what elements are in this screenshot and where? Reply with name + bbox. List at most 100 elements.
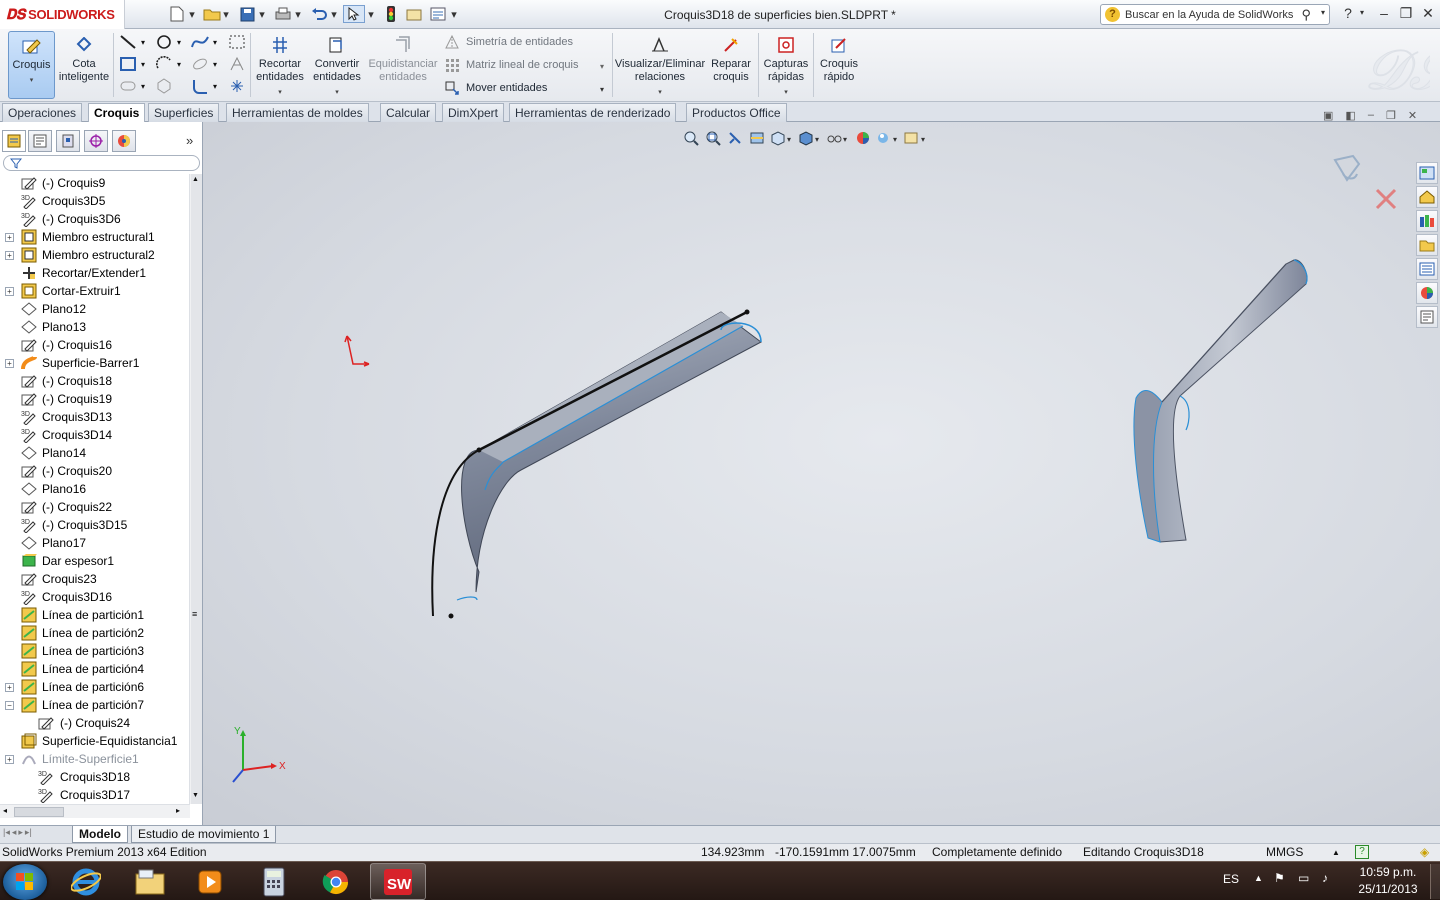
edit-appearance-icon[interactable] <box>852 128 874 148</box>
chrome-icon[interactable] <box>308 863 364 900</box>
solidworks-resources-icon[interactable] <box>1416 162 1438 184</box>
tree-item[interactable]: 3D Croquis3D16 <box>0 588 190 606</box>
expand-icon[interactable]: + <box>5 287 14 296</box>
calculator-icon[interactable] <box>246 863 302 900</box>
apply-scene-icon[interactable]: ▾ <box>874 128 902 148</box>
tree-item[interactable]: Plano17 <box>0 534 190 552</box>
home-icon[interactable] <box>1416 186 1438 208</box>
tree-item[interactable]: 3D Croquis3D13 <box>0 408 190 426</box>
units-selector[interactable]: MMGS <box>1266 844 1303 861</box>
chevron-down-icon[interactable]: ▾ <box>188 5 196 23</box>
media-player-icon[interactable] <box>182 863 238 900</box>
feature-manager-tab-icon[interactable] <box>2 130 26 152</box>
file-explorer-icon[interactable] <box>122 863 178 900</box>
chevron-up-icon[interactable]: ▲ <box>1332 844 1340 861</box>
tree-item[interactable]: (-) Croquis24 <box>0 714 190 732</box>
language-indicator[interactable]: ES <box>1223 872 1243 886</box>
file-properties-icon[interactable] <box>404 5 424 23</box>
chevron-down-icon[interactable]: ▾ <box>138 77 148 95</box>
property-manager-tab-icon[interactable] <box>28 130 52 152</box>
tree-item[interactable]: Línea de partición2 <box>0 624 190 642</box>
slot-icon[interactable] <box>118 77 138 95</box>
tree-item[interactable]: Línea de partición4 <box>0 660 190 678</box>
custom-properties-icon[interactable] <box>1416 306 1438 328</box>
tab-herramientas-moldes[interactable]: Herramientas de moldes <box>226 103 369 122</box>
convert-entities-button[interactable]: Convertir entidades ▾ <box>309 31 365 99</box>
chevron-down-icon[interactable]: ▾ <box>367 5 375 23</box>
tab-productos-office[interactable]: Productos Office <box>686 103 787 122</box>
start-button-icon[interactable] <box>3 864 47 900</box>
save-icon[interactable] <box>236 5 258 23</box>
tree-item[interactable]: + Miembro estructural1 <box>0 228 190 246</box>
tree-item[interactable]: Plano14 <box>0 444 190 462</box>
chevron-down-icon[interactable]: ▾ <box>174 33 184 51</box>
previous-view-icon[interactable] <box>724 128 746 148</box>
chevron-down-icon[interactable]: ▾ <box>596 57 608 75</box>
clock-date[interactable]: 25/11/2013 <box>1354 882 1422 896</box>
search-icon[interactable]: ⚲ <box>1301 7 1311 23</box>
help-search-input[interactable]: ? Buscar en la Ayuda de SolidWorks ⚲ ▾ <box>1100 4 1330 25</box>
tab-croquis[interactable]: Croquis <box>88 103 146 123</box>
line-icon[interactable] <box>118 33 138 51</box>
tree-item[interactable]: − Línea de partición7 <box>0 696 190 714</box>
file-explorer-icon[interactable] <box>1416 234 1438 256</box>
tree-item[interactable]: 3D Croquis3D14 <box>0 426 190 444</box>
tree-item[interactable]: (-) Croquis16 <box>0 336 190 354</box>
rapid-sketch-button[interactable]: Croquis rápido <box>816 31 862 99</box>
tree-item[interactable]: Plano13 <box>0 318 190 336</box>
tag-icon[interactable]: ◈ <box>1420 844 1429 861</box>
minimize-icon[interactable]: – <box>1368 109 1374 122</box>
split-view-icon[interactable]: ◧ <box>1345 109 1355 122</box>
tree-item[interactable]: 3D Croquis3D17 <box>0 786 190 804</box>
open-folder-icon[interactable] <box>200 5 224 23</box>
scroll-right-icon[interactable]: ▸ <box>176 806 180 815</box>
chevron-down-icon[interactable]: ▾ <box>210 33 220 51</box>
graphics-area[interactable]: ▾ ▾ ▾ ▾ ▾ Y X ▣ ◧ – ❐ ✕ <box>203 109 1440 825</box>
tab-superficies[interactable]: Superficies <box>148 103 220 122</box>
restore-icon[interactable]: ❐ <box>1386 109 1396 122</box>
clock-time[interactable]: 10:59 p.m. <box>1356 865 1420 879</box>
expand-icon[interactable]: + <box>5 683 14 692</box>
chevron-down-icon[interactable]: ▾ <box>1352 5 1372 23</box>
tree-item[interactable]: + Línea de partición6 <box>0 678 190 696</box>
construction-geometry-icon[interactable] <box>227 33 247 51</box>
tree-item[interactable]: + Superficie-Barrer1 <box>0 354 190 372</box>
surface-model-right[interactable] <box>1128 252 1318 552</box>
configuration-manager-tab-icon[interactable] <box>56 130 80 152</box>
close-icon[interactable]: ✕ <box>1408 109 1417 122</box>
quick-snaps-button[interactable]: Capturas rápidas ▾ <box>761 31 811 99</box>
tree-item[interactable]: Croquis23 <box>0 570 190 588</box>
tree-filter-input[interactable] <box>3 155 200 171</box>
tree-item[interactable]: (-) Croquis19 <box>0 390 190 408</box>
tab-operaciones[interactable]: Operaciones <box>2 103 83 122</box>
text-icon[interactable] <box>227 55 247 73</box>
smart-dimension-button[interactable]: Cota inteligente <box>58 31 110 99</box>
tab-calcular[interactable]: Calcular <box>380 103 437 122</box>
tab-estudio-movimiento[interactable]: Estudio de movimiento 1 <box>131 826 277 843</box>
hide-show-items-icon[interactable]: ▾ <box>824 128 852 148</box>
undo-icon[interactable] <box>308 5 330 23</box>
chevron-down-icon[interactable]: ▾ <box>210 77 220 95</box>
fillet-icon[interactable] <box>190 77 210 95</box>
tree-item[interactable]: 3D (-) Croquis3D15 <box>0 516 190 534</box>
scroll-left-icon[interactable]: ◂ <box>3 806 7 815</box>
display-style-icon[interactable]: ▾ <box>796 128 824 148</box>
volume-icon[interactable]: ♪ <box>1322 871 1328 885</box>
chevron-down-icon[interactable]: ▾ <box>222 5 230 23</box>
mirror-entities-button[interactable]: Simetría de entidades <box>444 32 573 52</box>
expand-icon[interactable]: + <box>5 233 14 242</box>
help-icon[interactable]: ? <box>1355 845 1369 859</box>
tree-vertical-scrollbar[interactable]: ▲ ≡ ▼ <box>189 174 202 804</box>
tree-item[interactable]: 3D (-) Croquis3D6 <box>0 210 190 228</box>
trim-entities-button[interactable]: Recortar entidades ▾ <box>253 31 307 99</box>
tree-item[interactable]: + Límite-Superficie1 <box>0 750 190 768</box>
tree-item[interactable]: 3D Croquis3D5 <box>0 192 190 210</box>
solidworks-app-icon[interactable]: SW <box>370 863 426 900</box>
tab-dimxpert[interactable]: DimXpert <box>442 103 505 122</box>
polygon-icon[interactable] <box>154 77 174 95</box>
internet-explorer-icon[interactable] <box>58 863 114 900</box>
view-settings-icon[interactable]: ▾ <box>902 128 930 148</box>
chevron-down-icon[interactable]: ▾ <box>596 80 608 98</box>
tree-item[interactable]: Línea de partición3 <box>0 642 190 660</box>
show-hidden-icons-icon[interactable]: ▲ <box>1254 873 1263 883</box>
